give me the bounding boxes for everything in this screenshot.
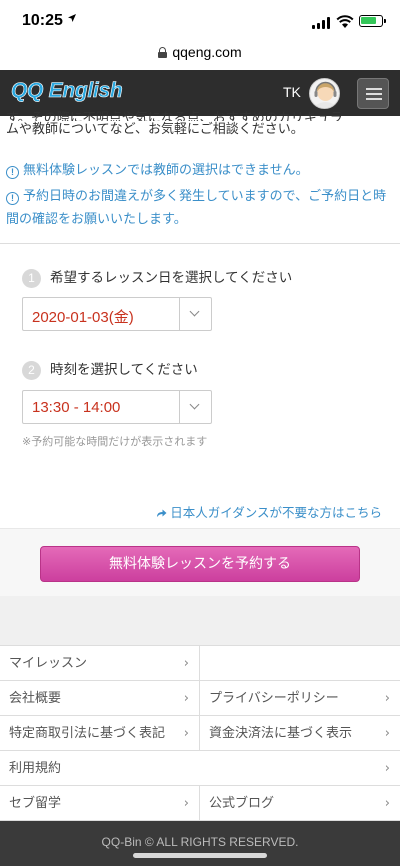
footer-link-label: 会社概要 (9, 691, 62, 706)
footer-row: セブ留学 › 公式ブログ › (0, 786, 400, 821)
battery-icon (359, 15, 386, 27)
footer-row: 特定商取引法に基づく表記 › 資金決済法に基づく表示 › (0, 716, 400, 751)
divider (0, 243, 400, 244)
chevron-right-icon: › (384, 726, 390, 741)
step-2-label: 2 時刻を選択してください (22, 358, 198, 380)
notice-text: 無料体験レッスンでは教師の選択はできません。 (23, 163, 309, 178)
footer-nav: マイレッスン › 会社概要 › プライバシーポリシー › 特定商取引法に基づく表… (0, 645, 400, 821)
footer-empty-cell (200, 646, 400, 681)
battery-level (361, 17, 376, 24)
lesson-time-select[interactable]: 13:30 - 14:00 (22, 390, 212, 424)
chevron-right-icon: › (183, 691, 189, 706)
chevron-right-icon: › (384, 691, 390, 706)
info-icon: ! (6, 192, 19, 205)
selected-date: 2020-01-03(金) (32, 309, 134, 326)
notice-text: 予約日時のお間違えが多く発生していますので、ご予約日と時間の確認をお願いいたしま… (6, 189, 387, 227)
step-1-label: 1 希望するレッスン日を選択してください (22, 266, 292, 288)
footer-link-label: 資金決済法に基づく表示 (209, 726, 353, 741)
hamburger-menu-button[interactable] (357, 78, 389, 109)
footer-link-label: 公式ブログ (209, 796, 275, 811)
footer-link-terms[interactable]: 利用規約 › (0, 751, 400, 786)
qq-english-logo[interactable]: QQ English (11, 79, 123, 103)
wifi-icon (336, 14, 354, 28)
notice-teacher-selection: ! 無料体験レッスンでは教師の選択はできません。 (6, 159, 394, 182)
intro-text: す。その際に不明点や気になる点、おすすめのカリキュラ ムや教師についてなど、お気… (6, 111, 394, 141)
status-time: 10:25 (22, 12, 63, 29)
footer-row: 会社概要 › プライバシーポリシー › (0, 681, 400, 716)
logo-q: QQ (11, 79, 44, 103)
intro-line: ムや教師についてなど、お気軽にご相談ください。 (6, 122, 304, 137)
availability-note: ※予約可能な時間だけが表示されます (22, 435, 208, 448)
step-text: 時刻を選択してください (50, 362, 198, 378)
avatar[interactable] (309, 78, 340, 109)
user-initials[interactable]: TK (283, 84, 301, 100)
footer-row: マイレッスン › (0, 646, 400, 681)
chevron-down-icon (179, 298, 211, 330)
footer-link-commercial-law[interactable]: 特定商取引法に基づく表記 › (0, 716, 200, 751)
chevron-right-icon: › (183, 796, 189, 811)
share-arrow-icon (156, 506, 167, 517)
cta-band: 無料体験レッスンを予約する (0, 528, 400, 596)
footer-link-payment-law[interactable]: 資金決済法に基づく表示 › (200, 716, 400, 751)
info-icon: ! (6, 166, 19, 179)
chevron-right-icon: › (183, 726, 189, 741)
footer-link-company[interactable]: 会社概要 › (0, 681, 200, 716)
skip-japanese-guidance-link[interactable]: 日本人ガイダンスが不要な方はこちら (156, 502, 382, 521)
lesson-date-select[interactable]: 2020-01-03(金) (22, 297, 212, 331)
footer-link-blog[interactable]: 公式ブログ › (200, 786, 400, 821)
chevron-right-icon: › (384, 761, 390, 776)
step-text: 希望するレッスン日を選択してください (50, 270, 293, 286)
selected-time: 13:30 - 14:00 (32, 399, 121, 416)
guidance-link-text: 日本人ガイダンスが不要な方はこちら (170, 505, 382, 520)
status-bar: 10:25 (0, 0, 400, 44)
footer-link-label: 特定商取引法に基づく表記 (9, 726, 166, 741)
footer-link-label: 利用規約 (9, 761, 62, 776)
address-bar[interactable]: qqeng.com (0, 44, 400, 68)
footer-link-privacy[interactable]: プライバシーポリシー › (200, 681, 400, 716)
footer-link-label: プライバシーポリシー (209, 691, 339, 706)
location-arrow-icon (67, 13, 77, 26)
lock-icon (158, 47, 168, 58)
copyright-bar: QQ-Bin © ALL RIGHTS RESERVED. (0, 821, 400, 866)
footer-link-label: マイレッスン (9, 656, 88, 671)
cellular-signal-icon (312, 17, 332, 29)
book-trial-lesson-button[interactable]: 無料体験レッスンを予約する (40, 546, 360, 582)
step-number: 2 (22, 361, 41, 380)
notice-date-check: ! 予約日時のお間違えが多く発生していますので、ご予約日と時間の確認をお願いいたし… (6, 185, 394, 231)
logo-english: English (43, 79, 123, 103)
home-indicator[interactable] (133, 853, 267, 858)
step-number: 1 (22, 269, 41, 288)
footer-link-cebu[interactable]: セブ留学 › (0, 786, 200, 821)
chevron-right-icon: › (183, 656, 189, 671)
chevron-down-icon (179, 391, 211, 423)
url-text: qqeng.com (172, 44, 242, 60)
chevron-right-icon: › (384, 796, 390, 811)
footer-link-my-lessons[interactable]: マイレッスン › (0, 646, 200, 681)
footer-row: 利用規約 › (0, 751, 400, 786)
spacer-band (0, 596, 400, 646)
footer-link-label: セブ留学 (9, 796, 62, 811)
